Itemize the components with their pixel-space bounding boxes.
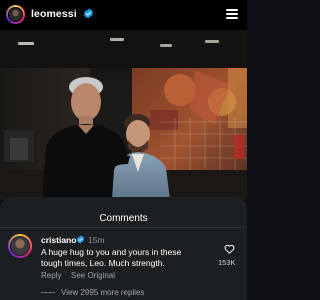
menu-icon[interactable] [226, 9, 238, 19]
comment-time: 15m [88, 235, 105, 245]
avatar-photo [8, 7, 23, 22]
reply-button[interactable]: Reply [41, 271, 61, 280]
like-count: 153K [218, 258, 236, 267]
commenter-avatar-photo [10, 236, 30, 256]
post-header: leomessi [0, 0, 247, 30]
comment-text: A huge hug to you and yours in these tou… [41, 247, 182, 268]
replies-divider [41, 292, 55, 293]
verified-badge-icon [83, 8, 94, 19]
see-original-button[interactable]: See Original [71, 271, 115, 280]
divider [0, 227, 247, 228]
verified-badge-icon [76, 235, 85, 244]
post-username[interactable]: leomessi [31, 8, 77, 20]
post-photo [0, 30, 247, 200]
comments-title: Comments [99, 213, 148, 224]
photo-scene [0, 30, 247, 200]
heart-icon[interactable] [224, 244, 235, 254]
profile-avatar[interactable] [6, 5, 25, 24]
commenter-avatar[interactable] [8, 234, 32, 258]
view-more-replies-button[interactable]: View 2995 more replies [61, 288, 144, 297]
comment-username[interactable]: cristiano [41, 235, 76, 245]
